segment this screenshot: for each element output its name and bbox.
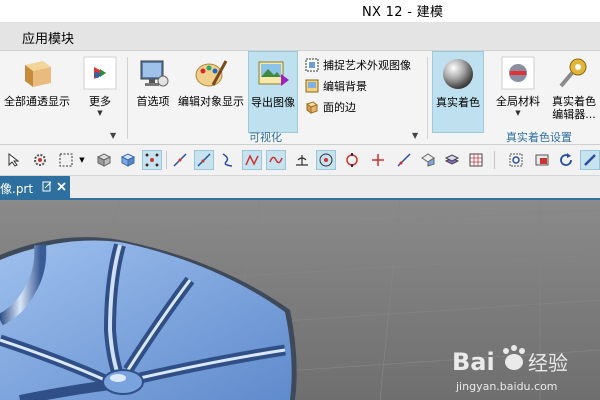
preferences-monitor-icon — [140, 60, 169, 87]
transparent-box-icon — [25, 61, 51, 87]
angle-icon[interactable] — [292, 150, 312, 170]
true-shading-button[interactable]: 真实着色 — [432, 51, 484, 133]
chevron-down-icon: ▼ — [515, 109, 521, 117]
document-edit-icon[interactable] — [42, 181, 52, 192]
preferences-button[interactable]: 首选项 — [132, 51, 174, 133]
tab-application[interactable]: 应用模块 — [22, 28, 74, 47]
watermark-url: jingyan.baidu.com — [455, 380, 558, 393]
wave-curve-icon[interactable] — [266, 150, 286, 170]
face-edges-label: 面的边 — [323, 100, 356, 114]
graphics-viewport[interactable]: Bai 经验 jingyan.baidu.com — [0, 200, 600, 400]
circle-center-icon[interactable] — [316, 150, 336, 170]
edit-background-icon — [305, 79, 319, 92]
true-shading-settings-group-label: 真实着色设置 — [506, 131, 572, 144]
baidu-watermark: Bai 经验 jingyan.baidu.com — [452, 345, 568, 393]
chevron-down-icon[interactable]: ▼ — [412, 131, 418, 140]
shaded-sphere-icon — [443, 59, 473, 89]
more-shapes-icon — [83, 56, 117, 90]
curve-line-icon[interactable] — [194, 150, 214, 170]
dropdown-caret-icon[interactable]: ▼ — [76, 150, 88, 170]
paw-icon — [503, 345, 525, 370]
toolbar-separator — [166, 151, 167, 169]
close-icon[interactable] — [57, 182, 66, 191]
zoom-fit-icon[interactable] — [506, 150, 526, 170]
true-shading-label: 真实着色 — [436, 96, 480, 109]
solid-body-icon[interactable] — [94, 150, 114, 170]
pen-line-icon[interactable] — [394, 150, 414, 170]
true-shading-editor-button[interactable]: 真实着色 编辑器... — [548, 51, 600, 133]
edit-object-display-button[interactable]: 编辑对象显示 — [176, 51, 246, 133]
chevron-down-icon: ▼ — [97, 109, 103, 117]
show-all-transparent-button[interactable]: 全部通透显示 — [2, 51, 72, 133]
edit-background-label: 编辑背景 — [323, 79, 367, 93]
more-button[interactable]: 更多 ▼ — [80, 51, 120, 133]
export-image-icon — [258, 61, 289, 86]
shading-editor-key-icon — [559, 58, 587, 88]
window-title: NX 12 - 建模 — [362, 5, 444, 20]
mirror-curve-icon[interactable] — [242, 150, 262, 170]
selection-toolbar: ▼ — [0, 145, 600, 176]
capture-art-image-label: 捕捉艺术外观图像 — [323, 58, 411, 72]
line-icon[interactable] — [170, 150, 190, 170]
document-tab-name: 像.prt — [0, 182, 34, 196]
layer-icon[interactable] — [442, 150, 462, 170]
ribbon-separator — [427, 57, 428, 139]
selection-box-icon[interactable] — [56, 150, 76, 170]
export-image-button[interactable]: 导出图像 — [248, 51, 298, 133]
preferences-label: 首选项 — [136, 95, 170, 108]
chevron-down-icon[interactable]: ▼ — [110, 131, 116, 140]
edit-background-button[interactable]: 编辑背景 — [305, 77, 367, 94]
edit-object-display-label: 编辑对象显示 — [178, 95, 244, 108]
palette-brush-icon — [195, 60, 228, 87]
settings-gear-icon[interactable] — [30, 150, 50, 170]
face-edges-button[interactable]: 面的边 — [305, 98, 356, 115]
face-select-icon[interactable] — [118, 150, 138, 170]
global-material-button[interactable]: 全局材料 ▼ — [494, 51, 542, 133]
title-bar: NX 12 - 建模 — [0, 0, 600, 22]
point-snap-icon[interactable] — [142, 150, 162, 170]
ribbon: 全部通透显示 更多 ▼ ▼ 首选项 编辑对象显示 导出图像 捕捉艺术外观图像 编… — [0, 51, 600, 145]
spline-icon[interactable] — [218, 150, 238, 170]
more-label: 更多 — [89, 95, 111, 108]
document-tab-bar: 像.prt — [0, 176, 600, 200]
select-arrow-icon[interactable] — [4, 150, 24, 170]
view-cube-icon[interactable] — [418, 150, 438, 170]
intersection-icon[interactable] — [368, 150, 388, 170]
export-image-label: 导出图像 — [251, 96, 295, 109]
watermark-brand: Bai — [452, 348, 495, 376]
quadrant-point-icon[interactable] — [342, 150, 362, 170]
capture-art-image-button[interactable]: 捕捉艺术外观图像 — [305, 56, 411, 73]
toolbar-separator — [494, 151, 495, 169]
grid-icon[interactable] — [466, 150, 486, 170]
face-edges-icon — [305, 100, 319, 114]
brush-icon[interactable] — [580, 150, 600, 170]
view-image-icon[interactable] — [532, 150, 552, 170]
true-shading-editor-label: 真实着色 编辑器... — [552, 95, 596, 121]
menu-tab-bar: 应用模块 — [0, 22, 600, 51]
refresh-icon[interactable] — [556, 150, 576, 170]
watermark-brand-suffix: 经验 — [528, 351, 568, 375]
ribbon-separator — [127, 57, 128, 139]
capture-image-icon — [305, 58, 319, 71]
global-material-label: 全局材料 — [496, 95, 540, 108]
global-material-icon — [501, 56, 535, 90]
visualize-group-label: 可视化 — [249, 131, 282, 144]
show-all-transparent-label: 全部通透显示 — [4, 95, 70, 108]
document-tab[interactable]: 像.prt — [0, 176, 70, 198]
